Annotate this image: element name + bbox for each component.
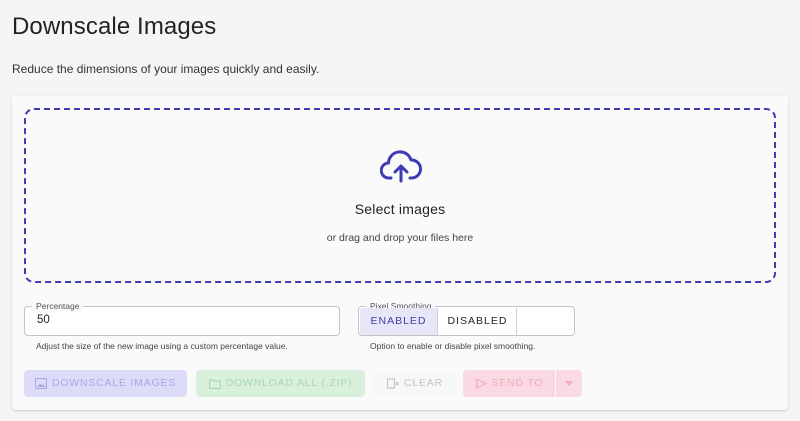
smoothing-enabled-button[interactable]: ENABLED bbox=[360, 308, 438, 335]
pixel-smoothing-toggle: Pixel Smoothing ENABLED DISABLED bbox=[358, 300, 575, 336]
percentage-help: Adjust the size of the new image using a… bbox=[36, 341, 288, 351]
send-to-button[interactable]: SEND TO bbox=[463, 370, 555, 397]
downscale-images-label: DOWNSCALE IMAGES bbox=[51, 377, 177, 389]
download-all-label: DOWNLOAD ALL (.ZIP) bbox=[225, 377, 353, 389]
percentage-label: Percentage bbox=[32, 300, 84, 312]
clear-button[interactable]: CLEAR bbox=[374, 370, 456, 397]
chevron-down-icon bbox=[565, 381, 573, 386]
dropzone-subtitle: or drag and drop your files here bbox=[326, 232, 474, 244]
clear-label: CLEAR bbox=[403, 377, 443, 389]
send-icon bbox=[474, 378, 487, 389]
percentage-field[interactable]: Percentage bbox=[24, 300, 340, 336]
main-card: Select images or drag and drop your file… bbox=[12, 96, 788, 410]
folder-download-icon bbox=[208, 379, 221, 389]
page-subtitle: Reduce the dimensions of your images qui… bbox=[12, 62, 320, 76]
pixel-smoothing-help: Option to enable or disable pixel smooth… bbox=[370, 341, 536, 351]
image-icon bbox=[34, 378, 47, 389]
file-dropzone[interactable]: Select images or drag and drop your file… bbox=[24, 108, 776, 283]
send-to-menu-button[interactable] bbox=[556, 370, 582, 397]
clear-icon bbox=[386, 378, 399, 389]
percentage-input[interactable] bbox=[37, 314, 317, 326]
smoothing-disabled-button[interactable]: DISABLED bbox=[439, 308, 517, 335]
download-all-button[interactable]: DOWNLOAD ALL (.ZIP) bbox=[196, 370, 365, 397]
send-to-label: SEND TO bbox=[491, 377, 544, 389]
page-title: Downscale Images bbox=[12, 13, 217, 40]
cloud-upload-icon bbox=[380, 150, 422, 183]
downscale-images-button[interactable]: DOWNSCALE IMAGES bbox=[24, 370, 187, 397]
dropzone-title: Select images bbox=[354, 201, 446, 217]
